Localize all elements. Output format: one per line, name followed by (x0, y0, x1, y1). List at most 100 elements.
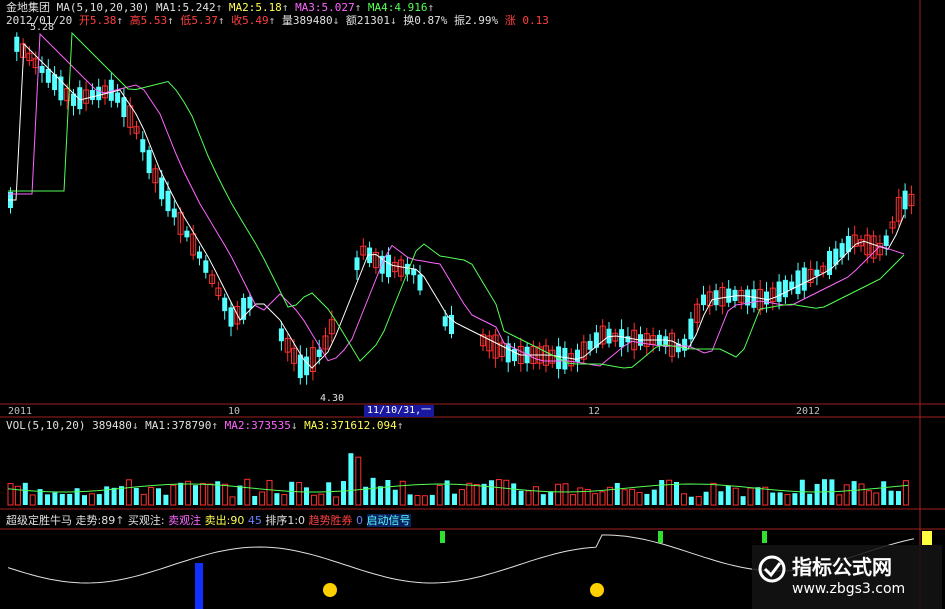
volume-bar (865, 490, 872, 506)
candle-body (562, 347, 568, 370)
volume-bar (695, 496, 702, 506)
indicator-header: 超级定胜牛马 走势:89↑ 买观注: 卖观注 卖出:90 45 排序1:0 趋势… (6, 514, 411, 527)
ma3-line (8, 31, 905, 369)
volume-bar (333, 496, 340, 506)
candle-body (165, 190, 171, 212)
ma2-line (8, 32, 905, 367)
candle-body (115, 92, 121, 103)
volume-bar (407, 494, 413, 505)
candle-body (625, 336, 631, 343)
vol-params: VOL(5,10,20) (6, 419, 86, 432)
indicator-rank: 排序1:0 (265, 514, 306, 527)
candle-body (575, 349, 580, 362)
volume-bar (326, 482, 332, 505)
candle-body (58, 76, 64, 101)
candle-body (45, 68, 51, 83)
volume-bar (770, 492, 776, 505)
volume-bar (45, 494, 50, 505)
volume-header: VOL(5,10,20) 389480↓ MA1:378790↑ MA2:373… (6, 419, 404, 432)
candle-body (688, 318, 694, 340)
volume-bar (436, 484, 443, 506)
volume-bar (229, 496, 236, 506)
volume-bar (252, 495, 258, 505)
smiley-icon (590, 583, 604, 597)
volume-bar (170, 484, 177, 506)
indicator-green-marker (440, 531, 445, 543)
volume-bar (577, 487, 584, 506)
candle-body (751, 289, 757, 308)
vol-ma2: MA2:373535 (224, 419, 291, 432)
volume-bar (473, 484, 480, 506)
candle-body (304, 356, 310, 376)
indicator-zero: 0 (356, 514, 364, 527)
volume-bar (858, 483, 865, 506)
volume-bar (29, 494, 36, 506)
volume-bar (843, 484, 850, 506)
watermark-logo-icon (758, 555, 786, 583)
volume-bar (674, 482, 679, 505)
volume-bar (199, 482, 206, 506)
indicator-buy-watch: 买观注: (127, 514, 165, 527)
volume-bar (148, 486, 155, 506)
volume-bar (111, 487, 117, 505)
candle-body (776, 281, 782, 302)
volume-bar (452, 493, 457, 505)
volume-bar (266, 479, 273, 506)
volume-bar (659, 480, 665, 505)
vol-ma3: MA3:371612.094 (304, 419, 397, 432)
volume-bar (495, 479, 502, 506)
volume-bar (370, 477, 376, 505)
candle-body (411, 268, 417, 276)
candle-body (297, 354, 303, 379)
candle-body (247, 296, 253, 309)
candle-body (140, 139, 146, 153)
volume-bar (703, 491, 709, 505)
vol-ma1: MA1:378790 (145, 419, 212, 432)
volume-bar (237, 485, 243, 505)
volume-bar (732, 487, 739, 506)
volume-bar (792, 493, 798, 505)
candle-body (278, 328, 284, 342)
volume-bar (762, 486, 769, 506)
volume-bar (651, 489, 657, 505)
volume-bar (836, 494, 843, 506)
candle-body (386, 254, 391, 278)
candle-body (619, 329, 625, 348)
volume-bar (569, 494, 576, 506)
volume-bar (133, 487, 139, 505)
volume-bar (503, 479, 510, 506)
volume-bar (548, 491, 554, 505)
candle-body (726, 288, 732, 303)
volume-bar (896, 491, 901, 505)
volume-bar (725, 485, 731, 505)
volume-bar (518, 490, 524, 505)
volume-bar (304, 487, 309, 505)
volume-bar (421, 495, 428, 506)
candle-body (512, 348, 517, 362)
indicator-bull-trend: 趋势胜券 (308, 514, 353, 527)
volume-bar (710, 482, 717, 506)
candle-body (121, 97, 127, 117)
indicator-green-marker (658, 531, 663, 543)
volume-bar (511, 483, 517, 505)
volume-bar (82, 495, 87, 505)
volume-bar (881, 481, 887, 505)
candle-body (902, 190, 908, 210)
candle-body (827, 251, 832, 275)
min-price-label: 4.30 (320, 393, 345, 404)
candle-body (701, 294, 706, 306)
candle-body (222, 297, 228, 312)
volume-bar (348, 453, 354, 505)
candle-body (883, 235, 889, 246)
candle-body (587, 340, 593, 350)
volume-bar (629, 488, 636, 506)
candle-body (713, 290, 719, 306)
indicator-sell-watch: 卖观注 (168, 514, 202, 527)
volume-bar (902, 480, 909, 506)
selected-date-tag: 11/10/31,一 (364, 405, 435, 417)
volume-bar (458, 489, 465, 506)
volume-bar (399, 480, 406, 506)
indicator-green-marker (762, 531, 767, 543)
volume-bar (178, 482, 184, 505)
volume-bar (392, 489, 398, 505)
